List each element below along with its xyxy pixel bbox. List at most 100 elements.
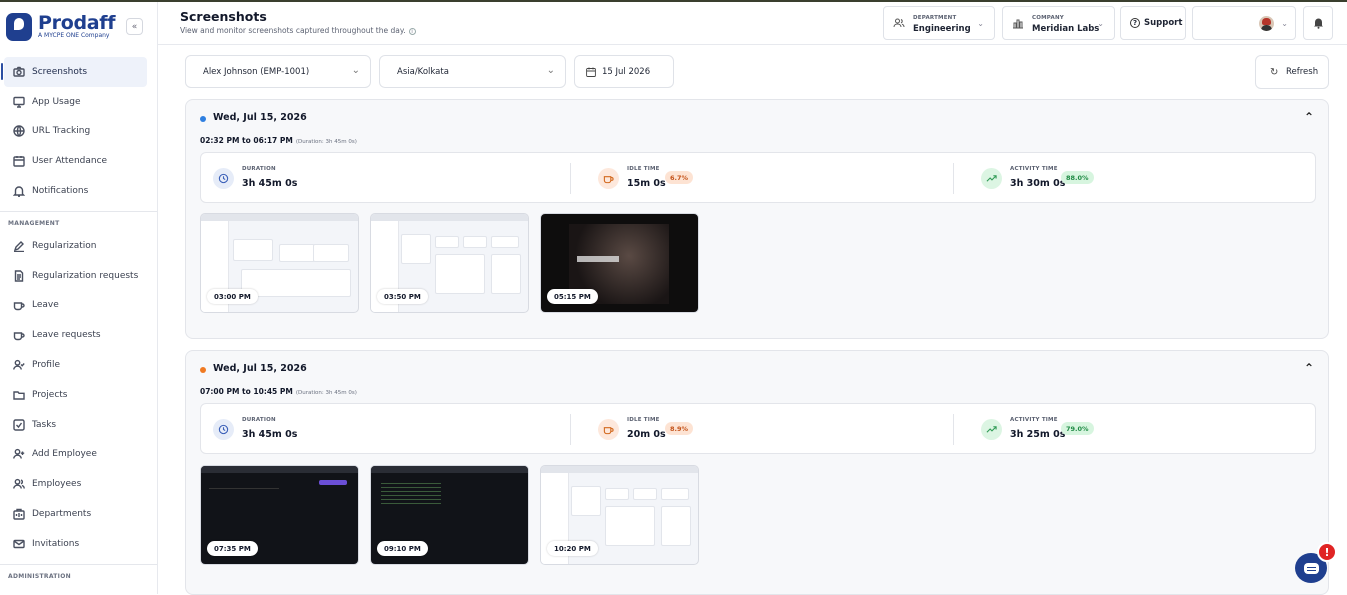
globe-icon xyxy=(13,125,25,138)
sidebar-item-label: Notifications xyxy=(32,186,89,197)
sidebar-item-label: Leave requests xyxy=(32,330,101,341)
sidebar-item-projects[interactable]: Projects xyxy=(0,380,157,410)
sidebar-item-label: Projects xyxy=(32,389,68,400)
support-label: Support xyxy=(1144,18,1183,28)
chevron-up-icon[interactable]: ⌃ xyxy=(1304,361,1314,375)
screenshot-time-label: 09:10 PM xyxy=(377,541,428,556)
screenshot-time-label: 03:50 PM xyxy=(377,289,428,304)
session-stats: DURATION 3h 45m 0s IDLE TIME 15m 0s 6.7% ACTI… xyxy=(200,152,1316,203)
stat-value: 20m 0s xyxy=(627,429,666,440)
employee-select[interactable]: Alex Johnson (EMP-1001) ⌄ xyxy=(185,55,371,88)
screenshot-panel xyxy=(605,506,655,546)
stat-value: 3h 45m 0s xyxy=(242,429,298,440)
sidebar-nav: Screenshots App Usage URL Tracking User Att… xyxy=(0,57,157,584)
sidebar-item-invitations[interactable]: Invitations xyxy=(0,529,157,559)
sidebar-collapse-button[interactable]: « xyxy=(126,18,143,35)
brand-name: Prodaff xyxy=(38,12,116,34)
sidebar-item-notifications[interactable]: Notifications xyxy=(0,176,157,206)
chevron-up-icon[interactable]: ⌃ xyxy=(1304,110,1314,124)
stat-divider xyxy=(570,414,571,445)
session-date: Wed, Jul 15, 2026 xyxy=(213,363,307,374)
question-icon: ? xyxy=(1130,18,1140,28)
stat-duration: DURATION 3h 45m 0s xyxy=(213,153,513,204)
screenshot-panel xyxy=(491,254,521,294)
timezone-select[interactable]: Asia/Kolkata ⌄ xyxy=(379,55,566,88)
stat-idle: IDLE TIME 15m 0s 6.7% xyxy=(598,153,898,204)
screenshot-browser-bar xyxy=(541,466,698,473)
department-selector[interactable]: DEPARTMENT Engineering ⌄ xyxy=(883,6,995,40)
info-icon[interactable]: i xyxy=(408,27,416,35)
clock-icon xyxy=(213,168,234,189)
stat-idle: IDLE TIME 20m 0s 8.9% xyxy=(598,404,898,455)
screenshot-time-label: 07:35 PM xyxy=(207,541,258,556)
sidebar-item-add-employee[interactable]: Add Employee xyxy=(0,440,157,470)
camera-icon xyxy=(13,66,25,78)
stat-value: 3h 25m 0s xyxy=(1010,429,1066,440)
stat-label: IDLE TIME xyxy=(627,166,660,172)
refresh-button[interactable]: ↻ Refresh xyxy=(1255,55,1329,89)
screenshot-browser-bar xyxy=(201,214,358,221)
session-status-dot xyxy=(200,367,206,373)
sidebar-item-label: Add Employee xyxy=(32,449,97,460)
sidebar-item-regularization[interactable]: Regularization xyxy=(0,231,157,261)
screenshot-thumbnail[interactable]: 10:20 PM xyxy=(540,465,699,565)
date-picker[interactable]: 15 Jul 2026 xyxy=(574,55,674,88)
session-duration-note: (Duration: 3h 45m 0s) xyxy=(295,139,357,145)
session-status-dot xyxy=(200,116,206,122)
users-icon xyxy=(893,18,905,28)
sidebar-item-tasks[interactable]: Tasks xyxy=(0,410,157,440)
avatar xyxy=(1259,16,1274,31)
screenshot-thumbnail[interactable]: 03:50 PM xyxy=(370,213,529,313)
sidebar-item-user-attendance[interactable]: User Attendance xyxy=(0,146,157,176)
idle-percentage-badge: 8.9% xyxy=(665,422,694,435)
coffee-icon xyxy=(13,299,25,311)
screenshot-panel xyxy=(401,234,431,264)
company-label: COMPANY xyxy=(1032,15,1064,21)
sidebar-item-label: Employees xyxy=(32,479,82,490)
screenshot-browser-bar xyxy=(371,466,528,473)
sidebar-divider xyxy=(0,563,157,565)
sidebar-item-profile[interactable]: Profile xyxy=(0,350,157,380)
sidebar-item-url-tracking[interactable]: URL Tracking xyxy=(0,117,157,147)
sidebar-item-regularization-requests[interactable]: Regularization requests xyxy=(0,261,157,291)
sidebar-item-employees[interactable]: Employees xyxy=(0,469,157,499)
building-icon xyxy=(13,508,25,520)
notifications-button[interactable] xyxy=(1303,6,1333,40)
company-selector[interactable]: COMPANY Meridian Labs ⌄ xyxy=(1002,6,1115,40)
page-subtitle-text: View and monitor screenshots captured th… xyxy=(180,26,406,35)
sidebar-item-label: URL Tracking xyxy=(32,126,91,137)
sidebar-item-app-usage[interactable]: App Usage xyxy=(0,87,157,117)
support-button[interactable]: ? Support xyxy=(1120,6,1186,40)
chevron-double-left-icon: « xyxy=(131,21,138,32)
refresh-label: Refresh xyxy=(1286,67,1319,77)
page-title: Screenshots xyxy=(180,9,267,24)
stat-activity: ACTIVITY TIME 3h 30m 0s 88.0% xyxy=(981,153,1281,204)
screenshot-thumbnail[interactable]: 05:15 PM xyxy=(540,213,699,313)
company-value: Meridian Labs xyxy=(1032,24,1100,34)
calendar-icon xyxy=(586,67,596,77)
screenshot-time-label: 10:20 PM xyxy=(547,541,598,556)
coffee-icon xyxy=(598,168,619,189)
screenshot-panel xyxy=(279,244,315,262)
screenshot-thumbnail[interactable]: 09:10 PM xyxy=(370,465,529,565)
sidebar-section-label: MANAGEMENT xyxy=(8,220,60,228)
screenshot-code-lines xyxy=(381,480,441,506)
chat-alert-badge: ! xyxy=(1317,542,1337,562)
coffee-icon xyxy=(598,419,619,440)
sidebar-item-departments[interactable]: Departments xyxy=(0,499,157,529)
sidebar-item-screenshots[interactable]: Screenshots xyxy=(1,57,147,87)
screenshot-panel xyxy=(605,488,629,500)
screenshot-panel xyxy=(241,269,351,297)
sidebar-item-leave-requests[interactable]: Leave requests xyxy=(0,320,157,350)
sidebar-item-leave[interactable]: Leave xyxy=(0,291,157,321)
screenshot-thumbnail[interactable]: 03:00 PM xyxy=(200,213,359,313)
employee-select-value: Alex Johnson (EMP-1001) xyxy=(203,67,310,77)
stat-duration: DURATION 3h 45m 0s xyxy=(213,404,513,455)
user-menu[interactable]: ⌄ xyxy=(1192,6,1296,40)
pencil-icon xyxy=(13,240,25,253)
screenshot-thumbnail[interactable]: 07:35 PM xyxy=(200,465,359,565)
prodaff-logo-icon xyxy=(6,13,32,41)
screenshot-panel xyxy=(435,236,459,248)
user-check-icon xyxy=(13,359,25,371)
stat-value: 3h 30m 0s xyxy=(1010,178,1066,189)
